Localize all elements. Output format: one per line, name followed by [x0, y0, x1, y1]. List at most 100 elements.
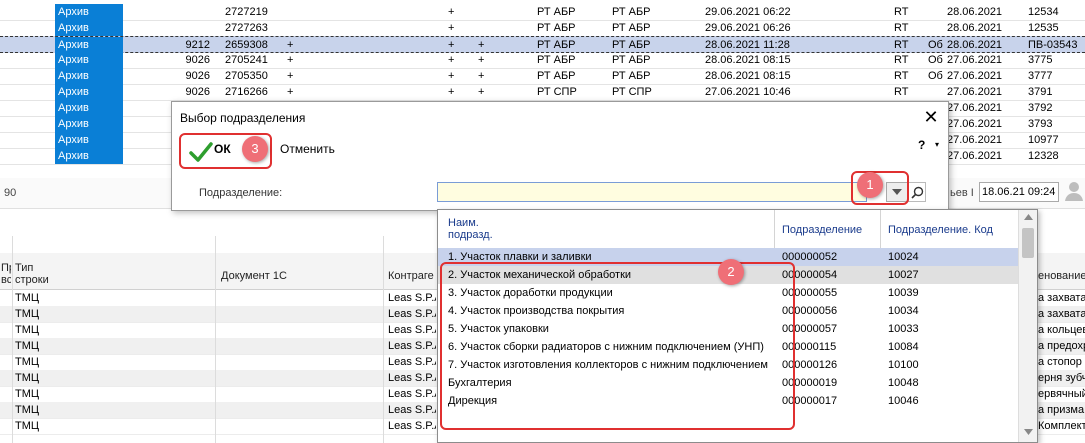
- cancel-button[interactable]: Отменить: [280, 142, 335, 156]
- cell-name: а стопор: [1038, 356, 1082, 368]
- dropdown-header-divider: [880, 210, 881, 248]
- option-code: 10039: [888, 287, 919, 299]
- subdivision-input[interactable]: [437, 182, 867, 202]
- option-subdivision: 000000126: [782, 359, 838, 371]
- dropdown-option[interactable]: Дирекция 000000017 10046: [438, 392, 1018, 410]
- cell-to: РТ АБР: [612, 6, 651, 18]
- column-header-name[interactable]: енование: [1038, 270, 1085, 282]
- cell-p1: +: [287, 86, 294, 98]
- column-header-contractor[interactable]: Контраге: [388, 270, 436, 282]
- table-row[interactable]: Архив 9026 2705241 + + + РТ АБР РТ АБР 28.06.202…: [0, 52, 1085, 69]
- cell-id: 12535: [1028, 22, 1059, 34]
- cell-datetime: 28.06.2021 11:28: [705, 39, 790, 51]
- cell-datetime: 28.06.2021 08:15: [705, 70, 791, 82]
- cell-contractor: Leas S.P.A.: [388, 404, 436, 416]
- cell-ob: [928, 4, 944, 20]
- cell-contractor: Leas S.P.A.: [388, 308, 436, 320]
- option-name: 6. Участок сборки радиаторов с нижним по…: [448, 341, 764, 353]
- cell-from: РТ СПР: [537, 86, 577, 98]
- dropdown-option[interactable]: 5. Участок упаковки 000000057 10033: [438, 320, 1018, 338]
- subdivision-dropdown-button[interactable]: [886, 182, 908, 202]
- cell-ob: Об: [928, 39, 943, 51]
- dropdown-option[interactable]: 6. Участок сборки радиаторов с нижним по…: [438, 338, 1018, 356]
- cell-p2: +: [448, 70, 455, 82]
- cell-to: РТ АБР: [612, 39, 651, 51]
- dropdown-header-code[interactable]: Подразделение. Код: [888, 224, 993, 236]
- close-icon[interactable]: ✕: [920, 106, 942, 128]
- column-header-type[interactable]: Тип строки: [15, 262, 215, 286]
- cell-contractor: Leas S.P.A.: [388, 388, 436, 400]
- dropdown-option[interactable]: Бухгалтерия 000000019 10048: [438, 374, 1018, 392]
- date-filter-field[interactable]: 18.06.21 09:24: [979, 182, 1059, 202]
- cell-date: 27.06.2021: [947, 118, 1003, 130]
- cell-p2: +: [448, 86, 455, 98]
- cell-date: 28.06.2021: [947, 6, 1003, 18]
- dropdown-header-subdivision[interactable]: Подразделение: [782, 224, 862, 236]
- dropdown-option[interactable]: 7. Участок изготовления коллекторов с ни…: [438, 356, 1018, 374]
- cell-contractor: Leas S.P.A.: [388, 292, 436, 304]
- option-subdivision: 000000054: [782, 269, 838, 281]
- subdivision-search-button[interactable]: [908, 182, 926, 202]
- check-icon: [189, 142, 213, 162]
- scroll-thumb[interactable]: [1022, 228, 1034, 258]
- cell-p3: [478, 4, 488, 20]
- cell-id: ПВ-03543: [1028, 39, 1078, 51]
- cell-id: 3775: [1028, 54, 1053, 66]
- table-row[interactable]: Архив 2727219 + РТ АБР РТ АБР 29.06.2021 06:2…: [0, 4, 1085, 21]
- help-menu-caret[interactable]: ▾: [935, 140, 939, 149]
- cell-p1: [287, 20, 297, 36]
- column-header-pr[interactable]: Првс: [1, 262, 11, 286]
- option-name: Бухгалтерия: [448, 377, 512, 389]
- cell-doc: 2705350: [225, 70, 268, 82]
- date-filter-value: 18.06.21 09:24: [982, 186, 1056, 198]
- cell-date: 28.06.2021: [947, 22, 1003, 34]
- cell-ob: [928, 20, 944, 36]
- cell-date: 27.06.2021: [947, 86, 1003, 98]
- option-code: 10046: [888, 395, 919, 407]
- cell-num: 9026: [185, 54, 210, 66]
- scroll-up-icon[interactable]: [1024, 214, 1033, 220]
- option-code: 10027: [888, 269, 919, 281]
- dropdown-scrollbar[interactable]: [1018, 210, 1037, 442]
- dropdown-option[interactable]: 4. Участок производства покрытия 00000005…: [438, 302, 1018, 320]
- option-subdivision: 000000017: [782, 395, 838, 407]
- table-row[interactable]: Архив 9026 2716266 + + + РТ СПР РТ СПР 27.06.202…: [0, 84, 1085, 101]
- table-row[interactable]: Архив 9212 2659308 + + + РТ АБР РТ АБР 28.06.202…: [0, 36, 1085, 53]
- cell-from: РТ АБР: [537, 70, 576, 82]
- option-subdivision: 000000115: [782, 341, 837, 353]
- cell-p3: +: [478, 39, 485, 51]
- option-name: 7. Участок изготовления коллекторов с ни…: [448, 359, 768, 371]
- cell-date: 27.06.2021: [947, 70, 1003, 82]
- cell-date: 27.06.2021: [947, 150, 1003, 162]
- cell-contractor: Leas S.P.A.: [388, 372, 436, 384]
- cell-name: Комплект алюм: [1038, 420, 1085, 432]
- column-header-doc1c[interactable]: Документ 1С: [221, 270, 381, 282]
- cell-contractor: Leas S.P.A.: [388, 356, 436, 368]
- dropdown-header-name[interactable]: Наим. подразд.: [448, 217, 768, 241]
- cell-code: RT: [894, 22, 909, 34]
- cell-num: 9212: [185, 39, 210, 51]
- subdivision-label: Подразделение:: [199, 187, 283, 199]
- status-cell: Архив: [55, 84, 123, 100]
- option-subdivision: 000000056: [782, 305, 838, 317]
- cell-name: а захвата: [1038, 292, 1085, 304]
- cell-from: РТ АБР: [537, 39, 576, 51]
- cell-to: РТ АБР: [612, 54, 651, 66]
- dropdown-option[interactable]: 3. Участок доработки продукции 000000055 1…: [438, 284, 1018, 302]
- annotation-badge-2: 2: [718, 259, 744, 285]
- option-subdivision: 000000019: [782, 377, 838, 389]
- cell-num: 9026: [185, 86, 210, 98]
- option-subdivision: 000000057: [782, 323, 838, 335]
- annotation-badge-3: 3: [242, 136, 268, 162]
- status-cell: Архив: [55, 52, 123, 68]
- option-subdivision: 000000055: [782, 287, 838, 299]
- cell-to: РТ АБР: [612, 70, 651, 82]
- cell-p2: +: [448, 22, 455, 34]
- table-row[interactable]: Архив 9026 2705350 + + + РТ АБР РТ АБР 28.06.202…: [0, 68, 1085, 85]
- cell-p1: [287, 4, 297, 20]
- cell-id: 3792: [1028, 102, 1053, 114]
- user-icon[interactable]: [1064, 180, 1084, 202]
- table-row[interactable]: Архив 2727263 + РТ АБР РТ АБР 29.06.2021 06:2…: [0, 20, 1085, 37]
- help-button[interactable]: ?: [918, 138, 925, 152]
- scroll-down-icon[interactable]: [1024, 429, 1033, 435]
